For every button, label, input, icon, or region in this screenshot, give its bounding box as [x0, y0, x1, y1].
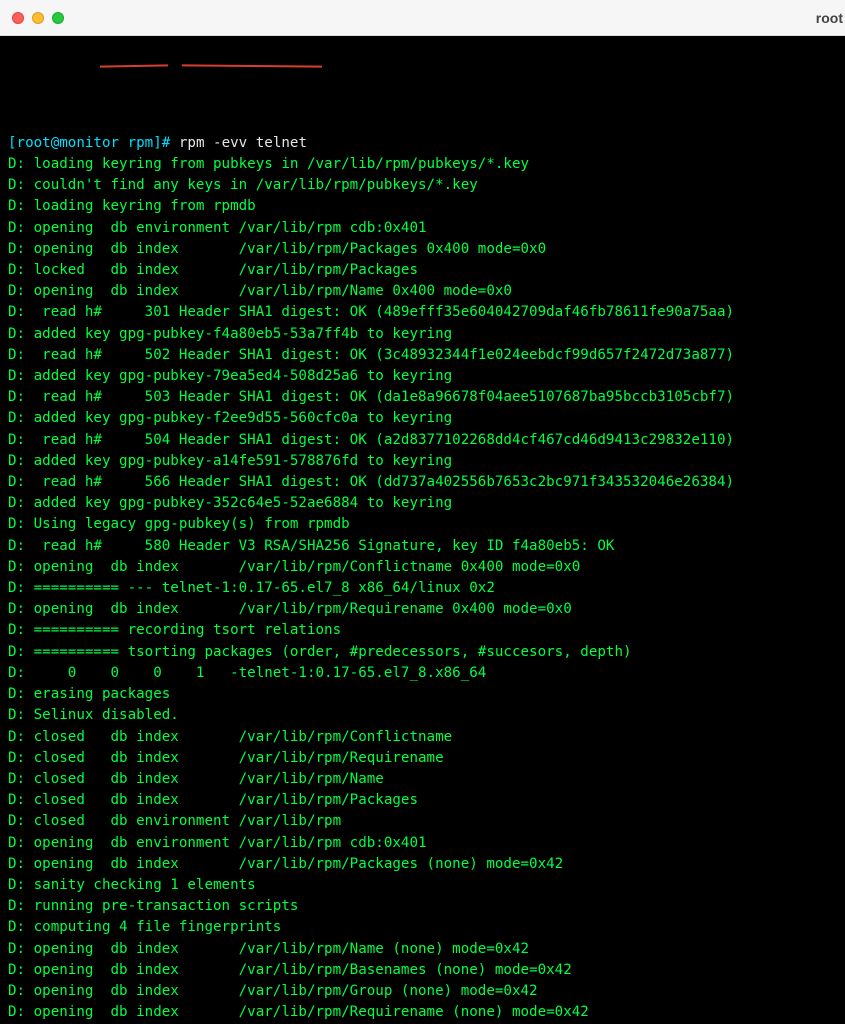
output-line: D: opening db index /var/lib/rpm/Name (n…: [8, 939, 837, 960]
output-line: D: ========== tsorting packages (order, …: [8, 642, 837, 663]
annotation-underline: [182, 64, 322, 67]
close-icon[interactable]: [12, 12, 24, 24]
output-line: D: Using legacy gpg-pubkey(s) from rpmdb: [8, 514, 837, 535]
output-line: D: added key gpg-pubkey-f4a80eb5-53a7ff4…: [8, 324, 837, 345]
output-line: D: opening db index /var/lib/rpm/Name 0x…: [8, 281, 837, 302]
output-line: D: loading keyring from rpmdb: [8, 196, 837, 217]
output-line: D: couldn't find any keys in /var/lib/rp…: [8, 175, 837, 196]
app-window: root [root@monitor rpm]# rpm -evv telnet…: [0, 0, 845, 1024]
output-line: D: added key gpg-pubkey-79ea5ed4-508d25a…: [8, 366, 837, 387]
minimize-icon[interactable]: [32, 12, 44, 24]
output-line: D: added key gpg-pubkey-352c64e5-52ae688…: [8, 493, 837, 514]
output-line: D: Selinux disabled.: [8, 705, 837, 726]
output-line: D: added key gpg-pubkey-a14fe591-578876f…: [8, 451, 837, 472]
prompt-close-bracket: ]: [153, 135, 162, 151]
annotation-underline: [100, 64, 168, 67]
output-line: D: opening db index /var/lib/rpm/Require…: [8, 599, 837, 620]
prompt-line: [root@monitor rpm]# rpm -evv telnet: [8, 133, 837, 154]
prompt-hash: #: [162, 135, 179, 151]
window-title: root: [816, 0, 845, 36]
output-line: D: read h# 301 Header SHA1 digest: OK (4…: [8, 302, 837, 323]
titlebar[interactable]: root: [0, 0, 845, 36]
output-line: D: closed db environment /var/lib/rpm: [8, 811, 837, 832]
output-line: D: read h# 504 Header SHA1 digest: OK (a…: [8, 430, 837, 451]
output-line: D: read h# 566 Header SHA1 digest: OK (d…: [8, 472, 837, 493]
output-line: D: closed db index /var/lib/rpm/Packages: [8, 790, 837, 811]
output-line: D: opening db index /var/lib/rpm/Conflic…: [8, 557, 837, 578]
output-line: D: closed db index /var/lib/rpm/Name: [8, 769, 837, 790]
output-line: D: added key gpg-pubkey-f2ee9d55-560cfc0…: [8, 408, 837, 429]
prompt-user-host: root@monitor rpm: [17, 135, 154, 151]
output-line: D: opening db environment /var/lib/rpm c…: [8, 833, 837, 854]
output-line: D: opening db environment /var/lib/rpm c…: [8, 218, 837, 239]
output-line: D: read h# 502 Header SHA1 digest: OK (3…: [8, 345, 837, 366]
output-line: D: loading keyring from pubkeys in /var/…: [8, 154, 837, 175]
output-line: D: 0 0 0 1 -telnet-1:0.17-65.el7_8.x86_6…: [8, 663, 837, 684]
terminal-output: D: loading keyring from pubkeys in /var/…: [8, 154, 837, 1024]
terminal-viewport[interactable]: [root@monitor rpm]# rpm -evv telnetD: lo…: [0, 36, 845, 1024]
output-line: D: ========== recording tsort relations: [8, 620, 837, 641]
output-line: D: erasing packages: [8, 684, 837, 705]
output-line: D: locked db index /var/lib/rpm/Packages: [8, 260, 837, 281]
maximize-icon[interactable]: [52, 12, 64, 24]
output-line: D: opening db index /var/lib/rpm/Package…: [8, 239, 837, 260]
output-line: D: read h# 580 Header V3 RSA/SHA256 Sign…: [8, 536, 837, 557]
command-text: rpm -evv telnet: [179, 135, 307, 151]
output-line: D: closed db index /var/lib/rpm/Conflict…: [8, 727, 837, 748]
prompt-open-bracket: [: [8, 135, 17, 151]
output-line: D: ========== --- telnet-1:0.17-65.el7_8…: [8, 578, 837, 599]
output-line: D: read h# 503 Header SHA1 digest: OK (d…: [8, 387, 837, 408]
output-line: D: closed db index /var/lib/rpm/Requiren…: [8, 748, 837, 769]
output-line: D: sanity checking 1 elements: [8, 875, 837, 896]
output-line: D: running pre-transaction scripts: [8, 896, 837, 917]
output-line: D: opening db index /var/lib/rpm/Package…: [8, 854, 837, 875]
traffic-lights: [12, 12, 64, 24]
output-line: D: opening db index /var/lib/rpm/Basenam…: [8, 960, 837, 981]
output-line: D: opening db index /var/lib/rpm/Group (…: [8, 981, 837, 1002]
output-line: D: computing 4 file fingerprints: [8, 917, 837, 938]
output-line: D: opening db index /var/lib/rpm/Require…: [8, 1002, 837, 1023]
